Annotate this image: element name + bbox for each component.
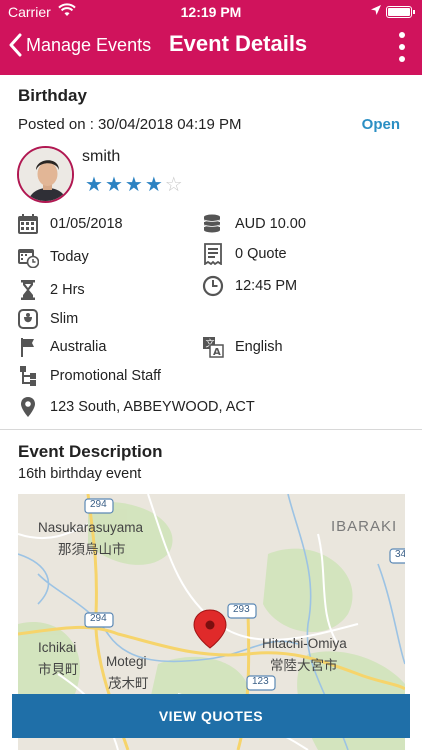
- map-label: 那須烏山市: [58, 542, 126, 557]
- event-language: English: [235, 339, 283, 355]
- translate-icon: 文A: [202, 336, 224, 358]
- coins-icon: [202, 213, 224, 235]
- back-label: Manage Events: [26, 34, 152, 55]
- quotes-row: 0 Quote: [202, 243, 287, 265]
- map-label: Nasukarasuyama: [38, 520, 144, 535]
- back-button[interactable]: Manage Events: [8, 33, 151, 57]
- time-row: 12:45 PM: [202, 275, 297, 297]
- event-day: Today: [50, 249, 89, 265]
- event-amount: AUD 10.00: [235, 216, 306, 232]
- event-address: 123 South, ABBEYWOOD, ACT: [50, 399, 255, 415]
- clock-icon: [202, 275, 224, 297]
- user-name: smith: [82, 148, 121, 165]
- description-heading: Event Description: [18, 442, 163, 461]
- receipt-icon: [202, 243, 224, 265]
- event-duration: 2 Hrs: [50, 282, 85, 298]
- description-text: 16th birthday event: [18, 466, 142, 482]
- map-label: IBARAKI: [331, 518, 398, 535]
- status-bar: Carrier 12:19 PM: [0, 0, 422, 22]
- location-arrow-icon: [370, 3, 382, 19]
- battery-icon: [386, 6, 415, 18]
- address-row: 123 South, ABBEYWOOD, ACT: [17, 396, 255, 418]
- star-empty-icon: ☆: [164, 174, 183, 196]
- avatar[interactable]: [17, 146, 74, 203]
- star-filled-icon: ★: [104, 174, 123, 196]
- map-pin-icon: [17, 396, 39, 418]
- star-filled-icon: ★: [85, 174, 103, 196]
- event-date: 01/05/2018: [50, 216, 123, 232]
- calendar-clock-icon: [17, 246, 39, 268]
- posted-date: Posted on : 30/04/2018 04:19 PM: [18, 116, 242, 133]
- map-label: Motegi: [106, 654, 147, 669]
- map-label: Hitachi-Omiya: [262, 636, 347, 651]
- date-row: 01/05/2018: [17, 213, 123, 235]
- map-label: Ichikai: [38, 640, 77, 655]
- body-type-row: Slim: [17, 308, 78, 330]
- star-filled-icon: ★: [144, 174, 163, 196]
- hourglass-icon: [17, 279, 39, 301]
- event-title: Birthday: [18, 86, 87, 105]
- route-label: 294: [90, 499, 107, 510]
- language-row: 文A English: [202, 336, 283, 358]
- calendar-icon: [17, 213, 39, 235]
- svg-text:A: A: [213, 347, 221, 358]
- status-badge: Open: [361, 116, 400, 133]
- event-category: Promotional Staff: [50, 368, 161, 384]
- duration-row: 2 Hrs: [17, 279, 85, 301]
- quote-count: 0 Quote: [235, 246, 287, 262]
- route-label: 34: [395, 549, 405, 560]
- navigation-bar: Manage Events Event Details: [0, 28, 422, 68]
- chevron-left-icon: [9, 33, 22, 57]
- category-row: Promotional Staff: [17, 365, 161, 387]
- divider: [0, 429, 422, 430]
- route-label: 294: [90, 613, 107, 624]
- body-type-icon: [17, 308, 39, 330]
- route-label: 123: [252, 676, 269, 687]
- body-type: Slim: [50, 311, 79, 327]
- amount-row: AUD 10.00: [202, 213, 306, 235]
- flag-icon: [17, 336, 39, 358]
- star-filled-icon: ★: [124, 174, 143, 196]
- map-label: 茂木町: [108, 676, 149, 691]
- category-tree-icon: [17, 365, 39, 387]
- country-row: Australia: [17, 336, 106, 358]
- view-quotes-button[interactable]: VIEW QUOTES: [12, 694, 410, 738]
- map-label: 市貝町: [38, 662, 79, 677]
- map-label: 常陸大宮市: [270, 658, 338, 673]
- page-title: Event Details: [169, 31, 308, 56]
- day-row: Today: [17, 246, 89, 268]
- event-country: Australia: [50, 339, 107, 355]
- clock: 12:19 PM: [180, 4, 242, 20]
- route-label: 293: [233, 604, 250, 615]
- kebab-icon[interactable]: [396, 32, 408, 62]
- rating-stars: ★ ★ ★ ★ ☆: [85, 175, 183, 195]
- app-header: Carrier 12:19 PM Manage Events Event Det…: [0, 0, 422, 75]
- event-time: 12:45 PM: [235, 278, 298, 294]
